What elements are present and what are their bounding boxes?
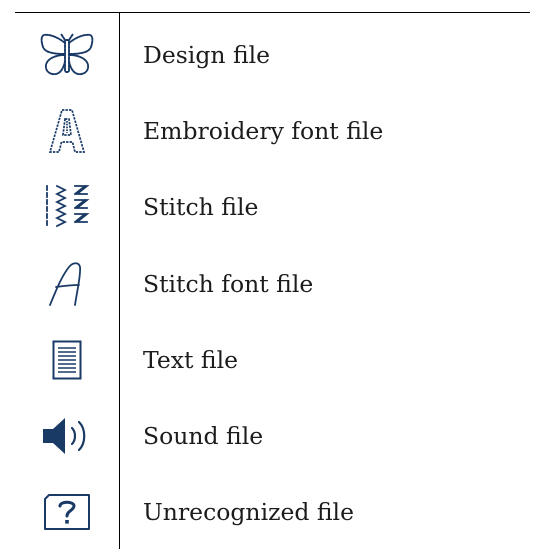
legend-row-sound-file: Sound file xyxy=(15,398,530,474)
legend-row-stitch-file: Stitch file xyxy=(15,169,530,245)
legend-label: Text file xyxy=(143,346,239,374)
legend-label: Stitch font file xyxy=(143,270,314,298)
legend-row-design-file: Design file xyxy=(15,17,530,93)
legend-row-text-file: Text file xyxy=(15,322,530,398)
legend-label: Design file xyxy=(143,41,271,69)
file-type-legend: Design file Embroidery font file Stitch … xyxy=(0,0,538,549)
legend-label: Unrecognized file xyxy=(143,498,354,526)
document-icon xyxy=(15,322,119,398)
legend-row-stitch-font-file: Stitch font file xyxy=(15,246,530,322)
script-a-icon xyxy=(15,246,119,322)
question-folder-icon xyxy=(15,474,119,550)
butterfly-icon xyxy=(15,17,119,93)
speaker-icon xyxy=(15,398,119,474)
letter-a-icon xyxy=(15,93,119,169)
legend-row-embroidery-font-file: Embroidery font file xyxy=(15,93,530,169)
stitch-pattern-icon xyxy=(15,169,119,245)
legend-label: Stitch file xyxy=(143,193,259,221)
legend-label: Embroidery font file xyxy=(143,117,384,145)
legend-row-unrecognized-file: Unrecognized file xyxy=(15,474,530,550)
table-top-rule xyxy=(15,12,530,13)
legend-label: Sound file xyxy=(143,422,264,450)
